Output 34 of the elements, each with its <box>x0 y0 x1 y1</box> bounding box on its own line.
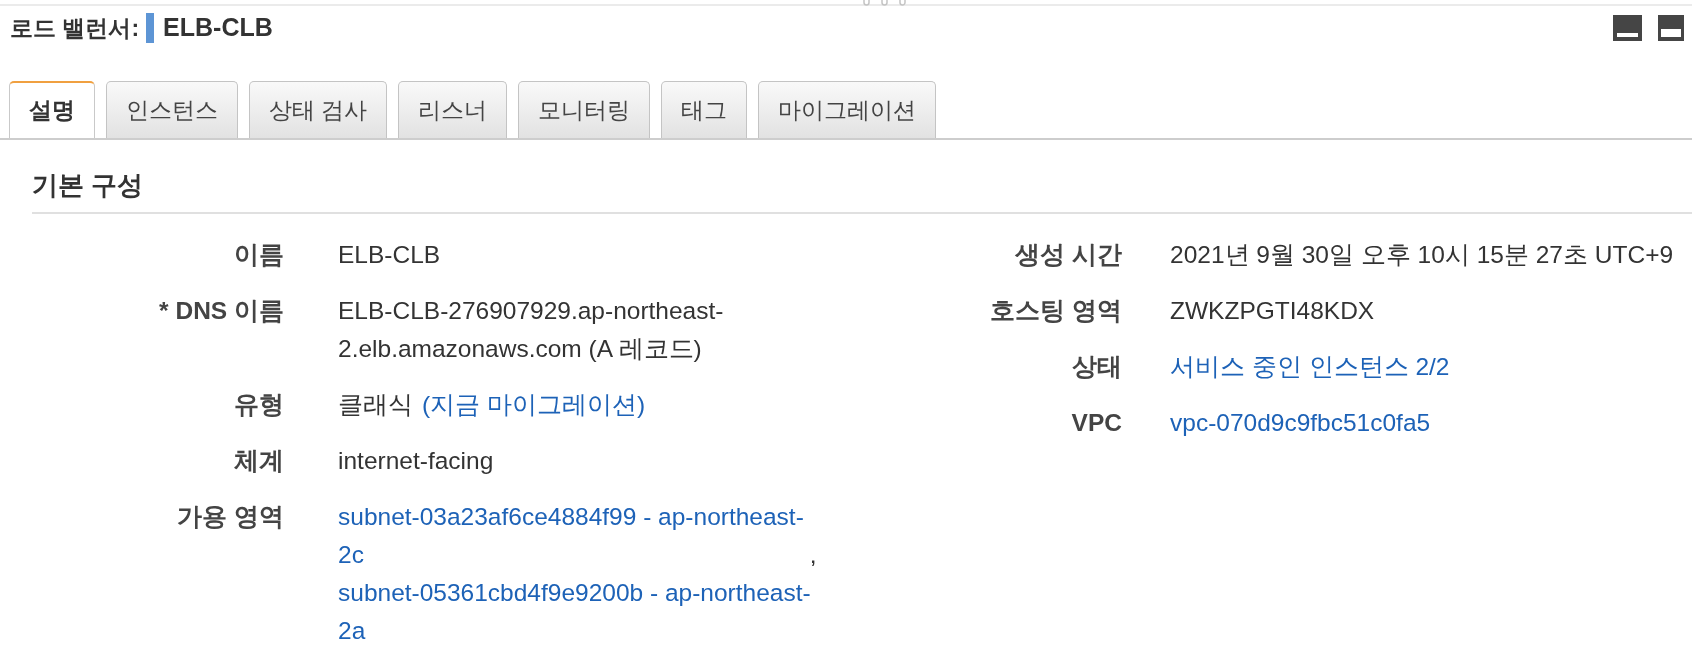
field-label: 호스팅 영역 <box>990 296 1122 326</box>
field-value: ELB-CLB <box>338 240 441 270</box>
tab[interactable]: 상태 검사 <box>249 81 388 138</box>
tab[interactable]: 마이그레이션 <box>758 81 937 138</box>
tab[interactable]: 모니터링 <box>518 81 651 138</box>
tab[interactable]: 리스너 <box>398 81 508 138</box>
panel-restore-icon[interactable] <box>1658 15 1684 41</box>
field-value: internet-facing <box>338 446 494 476</box>
field-label: * DNS 이름 <box>159 296 284 326</box>
field-label: 상태 <box>1072 352 1122 382</box>
field-value: 2021년 9월 30일 오후 10시 15분 27초 UTC+9 <box>1170 240 1674 270</box>
field-label: 체계 <box>234 446 284 476</box>
page-title-label: 로드 밸런서: <box>10 13 140 43</box>
field-label: 생성 시간 <box>1015 240 1122 270</box>
separator-comma: , <box>809 541 817 568</box>
tab[interactable]: 설명 <box>9 81 95 138</box>
tab[interactable]: 인스턴스 <box>106 81 238 138</box>
field-value: 클래식 <box>338 390 413 420</box>
field-label: 가용 영역 <box>177 502 284 532</box>
field-label: 이름 <box>234 240 284 270</box>
field-value: ZWKZPGTI48KDX <box>1170 296 1375 326</box>
panel-minimize-icon[interactable] <box>1613 15 1642 41</box>
load-balancer-name: ELB-CLB <box>163 12 273 44</box>
field-link[interactable]: 서비스 중인 인스턴스 2/2 <box>1170 348 1450 386</box>
resize-handle-icon[interactable] <box>863 0 906 6</box>
field-link[interactable]: vpc-070d9c9fbc51c0fa5 <box>1170 404 1431 442</box>
field-label: 유형 <box>234 390 284 420</box>
title-accent-bar <box>146 13 155 43</box>
subnet-link[interactable]: subnet-05361cbd4f9e9200b - ap-northeast- 2a <box>338 574 811 650</box>
field-label: VPC <box>1071 408 1122 438</box>
field-value: ELB-CLB-276907929.ap-northeast- 2.elb.amazonaws.com (A 레코드) <box>338 296 724 364</box>
section-title: 기본 구성 <box>32 169 144 201</box>
tab[interactable]: 태그 <box>661 81 748 138</box>
migrate-link[interactable]: (지금 마이그레이션) <box>422 386 646 424</box>
